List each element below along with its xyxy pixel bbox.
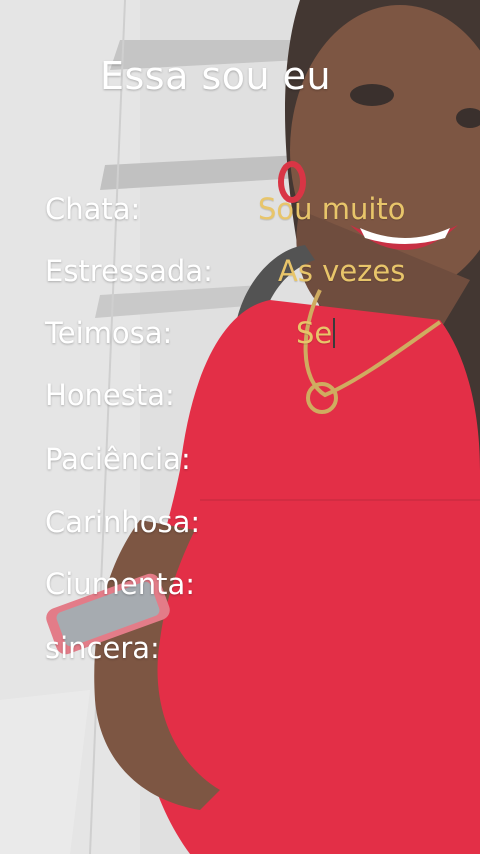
question-row: Chata: Sou muito	[0, 192, 480, 232]
text-cursor	[333, 318, 336, 348]
question-label: Carinhosa:	[45, 505, 201, 539]
question-label: Teimosa:	[45, 316, 173, 350]
question-label: Paciência:	[45, 442, 191, 476]
answer-text: As vezes	[278, 254, 406, 288]
question-label: Chata:	[45, 192, 141, 226]
question-label: Honesta:	[45, 378, 175, 412]
question-row: Estressada: As vezes	[0, 254, 480, 294]
story-title: Essa sou eu	[100, 54, 332, 98]
question-label: Ciumenta:	[45, 567, 196, 601]
question-row: Ciumenta:	[0, 567, 480, 607]
question-row: Carinhosa:	[0, 505, 480, 545]
question-row: sincera:	[0, 631, 480, 671]
text-overlay: Essa sou eu Chata: Sou muito Estressada:…	[0, 0, 480, 854]
question-row: Honesta:	[0, 378, 480, 418]
answer-text: Sou muito	[258, 192, 406, 226]
answer-text: Se	[296, 316, 333, 350]
question-label: sincera:	[45, 631, 160, 665]
question-row: Paciência:	[0, 442, 480, 482]
question-label: Estressada:	[45, 254, 213, 288]
answer-input[interactable]: Se	[296, 316, 336, 350]
question-row[interactable]: Teimosa: Se	[0, 316, 480, 356]
